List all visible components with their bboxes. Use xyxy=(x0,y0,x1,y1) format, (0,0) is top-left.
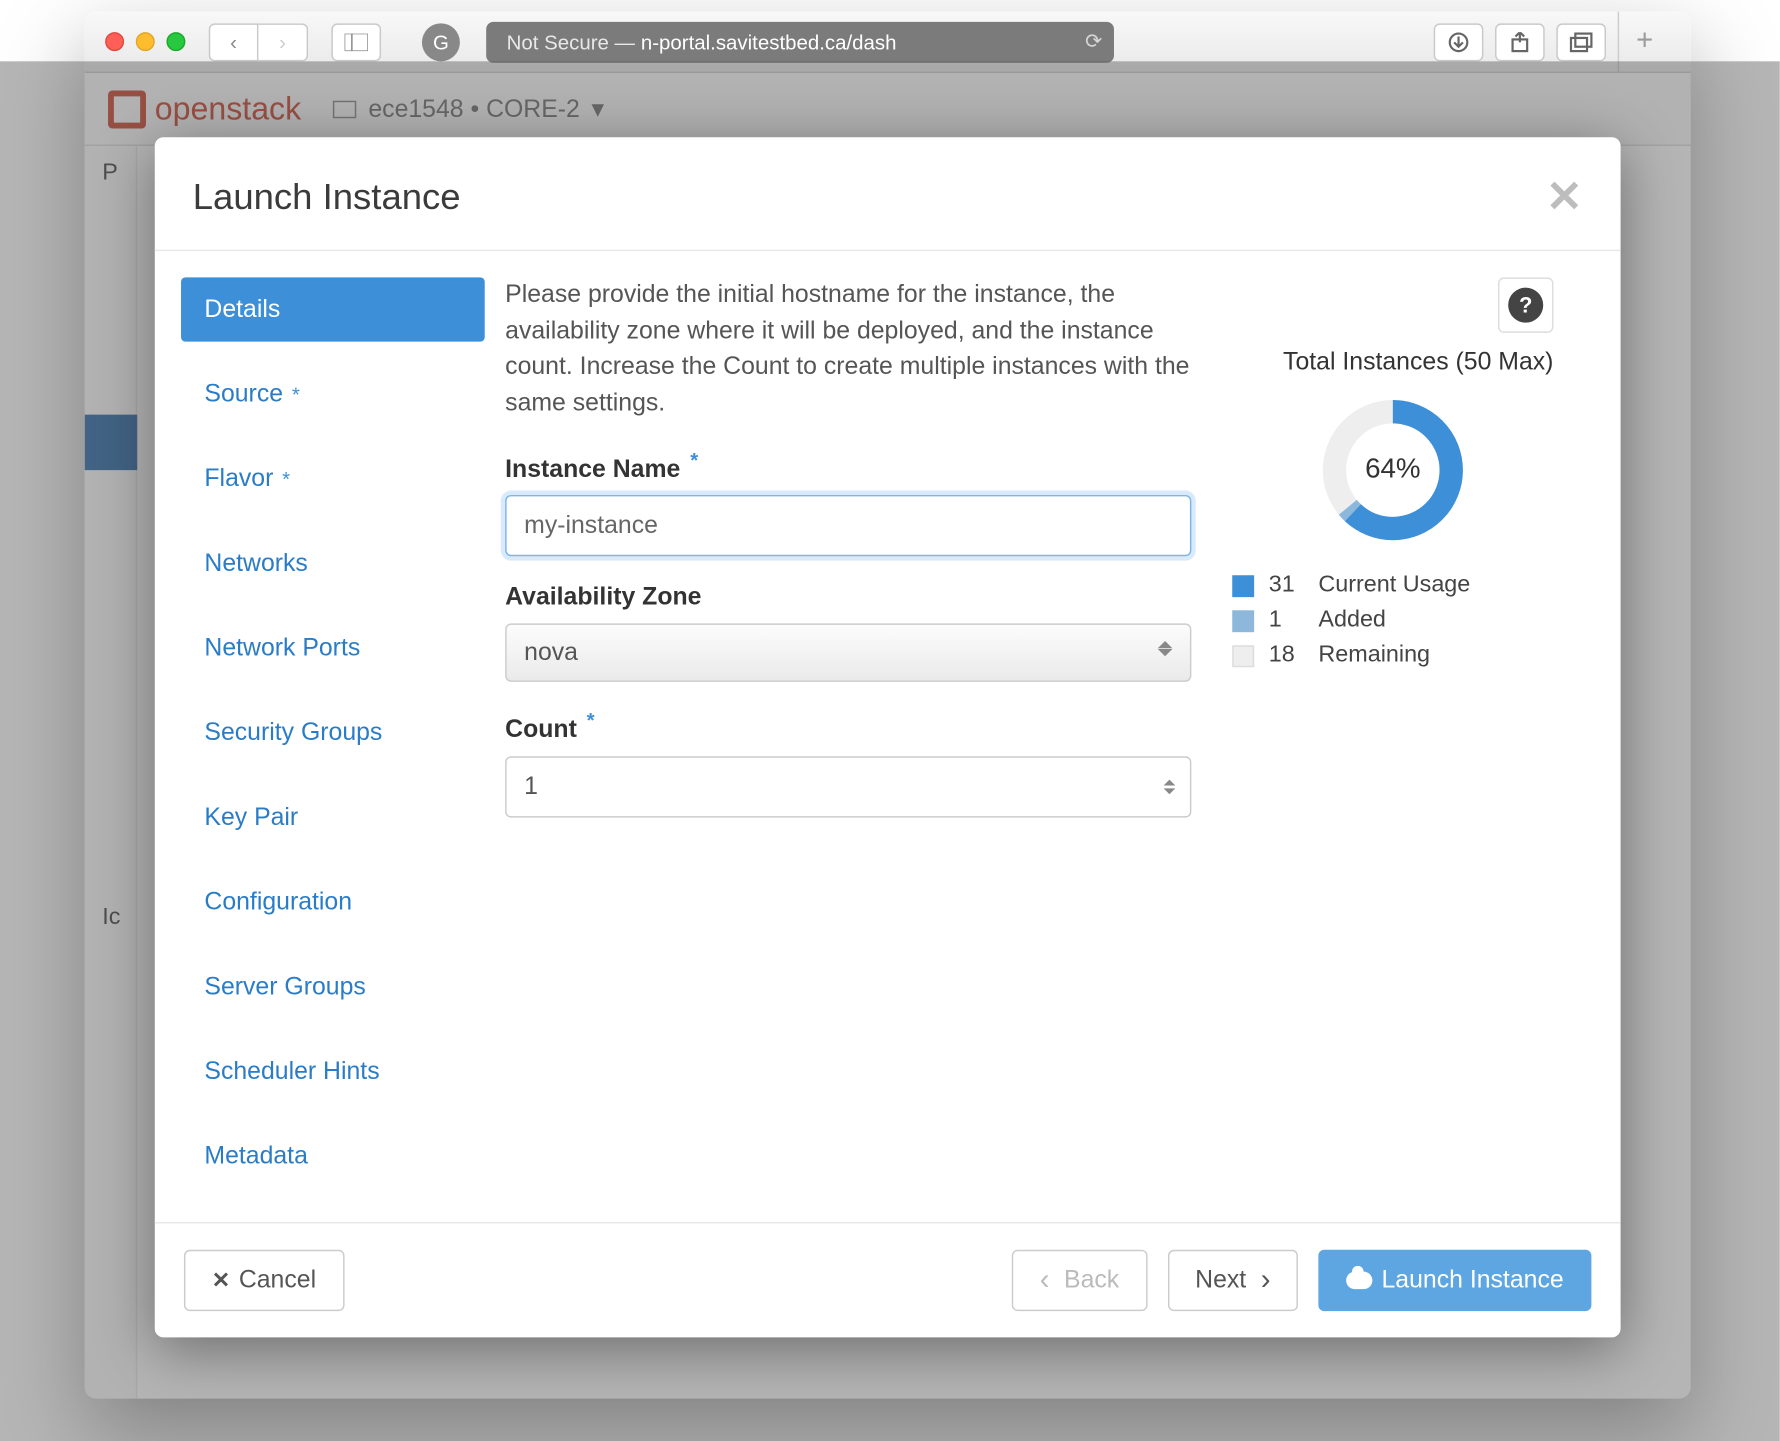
downloads-icon[interactable] xyxy=(1434,23,1484,61)
nav-key-pair[interactable]: Key Pair xyxy=(181,785,485,849)
launch-instance-modal: Launch Instance ✕ Details Source* Flavor… xyxy=(155,137,1621,1337)
description-text: Please provide the initial hostname for … xyxy=(505,277,1191,421)
launch-instance-button[interactable]: Launch Instance xyxy=(1319,1250,1592,1311)
legend-remaining: 18 Remaining xyxy=(1232,642,1553,668)
cancel-button[interactable]: ✕ Cancel xyxy=(184,1250,344,1311)
count-label: Count * xyxy=(505,708,1191,744)
swatch-current-icon xyxy=(1232,575,1254,597)
url-text: n-portal.savitestbed.ca/dash xyxy=(641,30,897,53)
legend-added: 1 Added xyxy=(1232,607,1553,633)
minimize-window-icon[interactable] xyxy=(136,32,155,51)
nav-metadata[interactable]: Metadata xyxy=(181,1124,485,1188)
nav-scheduler-hints[interactable]: Scheduler Hints xyxy=(181,1040,485,1104)
cloud-upload-icon xyxy=(1346,1272,1372,1290)
form-column: Please provide the initial hostname for … xyxy=(505,277,1191,1195)
nav-source[interactable]: Source* xyxy=(181,362,485,426)
back-button[interactable]: ‹ xyxy=(209,23,259,61)
swatch-added-icon xyxy=(1232,610,1254,632)
tabs-icon[interactable] xyxy=(1556,23,1606,61)
close-icon[interactable]: ✕ xyxy=(1546,172,1583,223)
required-star-icon: * xyxy=(690,448,698,471)
sidebar-toggle-icon[interactable] xyxy=(331,23,381,61)
address-bar[interactable]: Not Secure — n-portal.savitestbed.ca/das… xyxy=(486,21,1114,62)
share-icon[interactable] xyxy=(1495,23,1545,61)
quota-percent: 64% xyxy=(1365,454,1421,486)
back-button[interactable]: Back xyxy=(1012,1250,1147,1311)
availability-zone-value: nova xyxy=(524,638,578,667)
count-input[interactable]: 1 xyxy=(505,756,1191,817)
quota-column: ? Total Instances (50 Max) 64% xyxy=(1232,277,1553,1195)
window-controls xyxy=(105,32,185,51)
nav-configuration[interactable]: Configuration xyxy=(181,870,485,934)
nav-networks[interactable]: Networks xyxy=(181,531,485,595)
instance-name-input[interactable] xyxy=(505,495,1191,556)
quota-donut-chart: 64% xyxy=(1232,397,1553,543)
required-star-icon: * xyxy=(292,383,300,406)
site-settings-icon[interactable]: G xyxy=(422,23,460,61)
x-icon: ✕ xyxy=(212,1267,230,1293)
close-window-icon[interactable] xyxy=(105,32,124,51)
next-button[interactable]: Next xyxy=(1167,1250,1298,1311)
availability-zone-select[interactable]: nova xyxy=(505,624,1191,682)
security-status: Not Secure — xyxy=(507,30,635,53)
wizard-nav: Details Source* Flavor* Networks Network… xyxy=(155,251,505,1222)
maximize-window-icon[interactable] xyxy=(166,32,185,51)
help-button[interactable]: ? xyxy=(1498,277,1553,332)
quota-legend: 31 Current Usage 1 Added 18 Remaining xyxy=(1232,572,1553,668)
forward-button[interactable]: › xyxy=(258,23,308,61)
nav-server-groups[interactable]: Server Groups xyxy=(181,955,485,1019)
modal-header: Launch Instance ✕ xyxy=(155,137,1621,251)
form-area: Please provide the initial hostname for … xyxy=(505,251,1620,1222)
required-star-icon: * xyxy=(282,467,290,490)
nav-details[interactable]: Details xyxy=(181,277,485,341)
quota-title: Total Instances (50 Max) xyxy=(1232,347,1553,376)
modal-footer: ✕ Cancel Back Next Launch Instance xyxy=(155,1222,1621,1337)
required-star-icon: * xyxy=(587,708,595,731)
nav-security-groups[interactable]: Security Groups xyxy=(181,701,485,765)
modal-body: Details Source* Flavor* Networks Network… xyxy=(155,251,1621,1222)
spinner-arrows-icon[interactable] xyxy=(1164,779,1176,794)
modal-title: Launch Instance xyxy=(193,177,461,219)
availability-zone-label: Availability Zone xyxy=(505,583,1191,612)
nav-network-ports[interactable]: Network Ports xyxy=(181,616,485,680)
count-value: 1 xyxy=(524,772,538,801)
nav-flavor[interactable]: Flavor* xyxy=(181,447,485,511)
refresh-icon[interactable]: ⟳ xyxy=(1085,29,1102,54)
instance-name-label: Instance Name * xyxy=(505,448,1191,484)
swatch-remaining-icon xyxy=(1232,645,1254,667)
help-icon: ? xyxy=(1508,288,1543,323)
legend-current: 31 Current Usage xyxy=(1232,572,1553,598)
